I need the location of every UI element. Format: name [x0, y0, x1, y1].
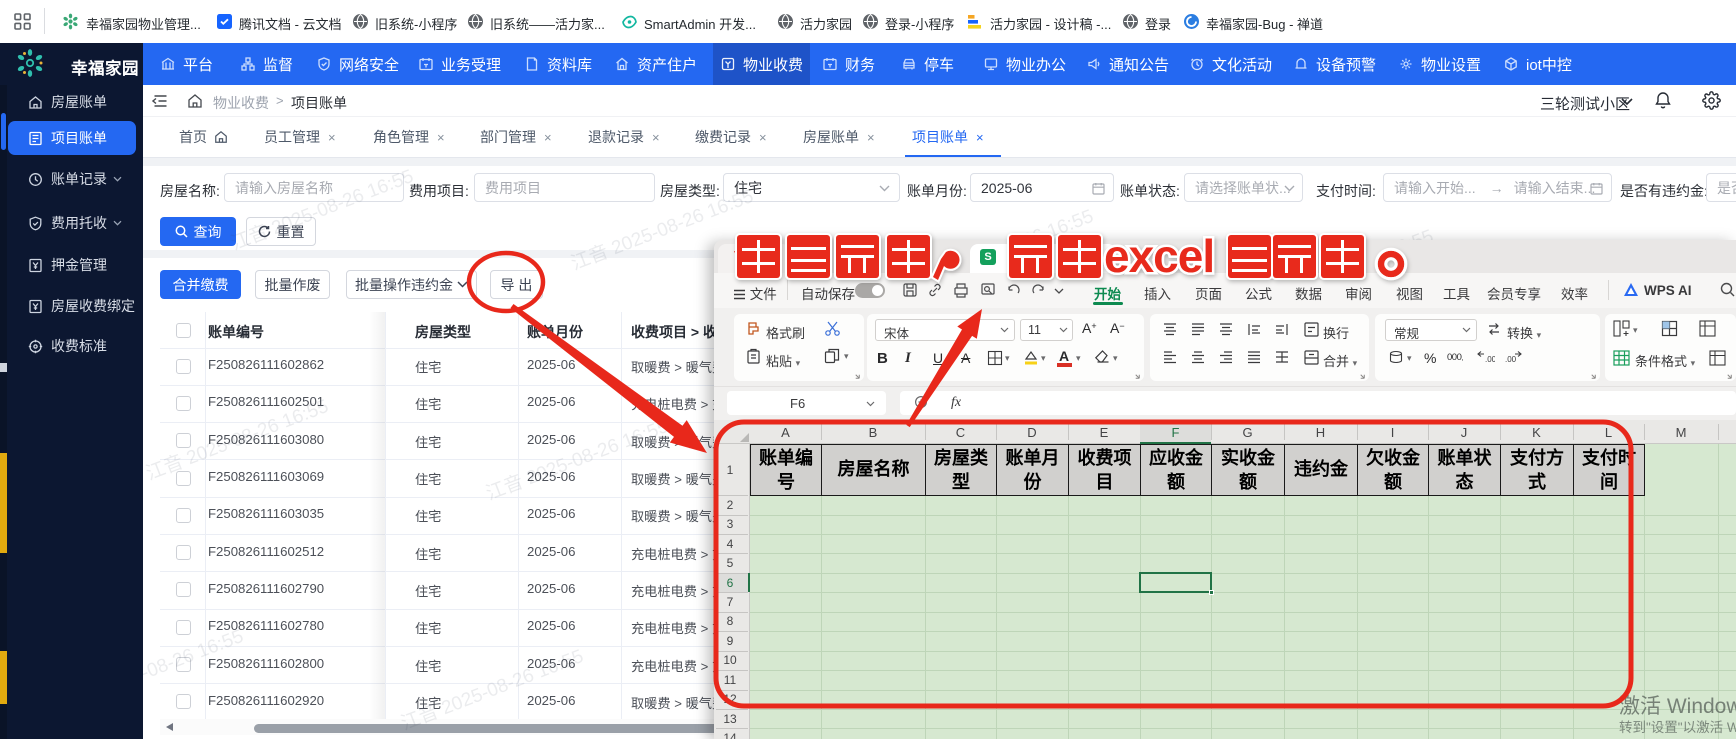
svg-text:excel: excel: [1104, 230, 1214, 282]
